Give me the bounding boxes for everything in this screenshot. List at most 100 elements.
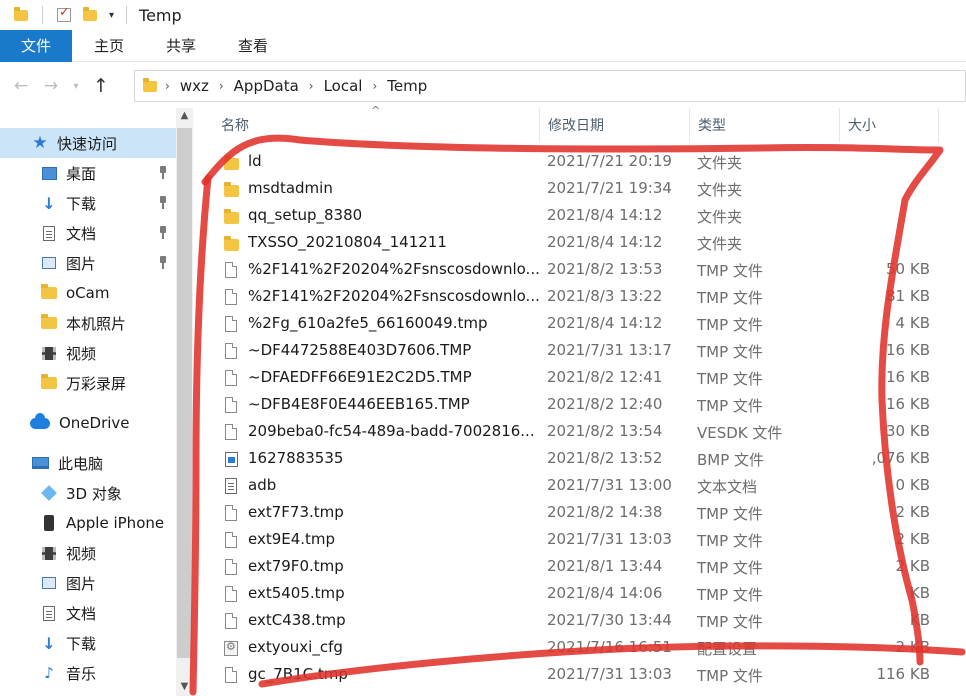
file-name: qq_setup_8380 xyxy=(248,206,363,224)
file-date: 2021/8/1 13:44 xyxy=(547,557,663,575)
folder-icon[interactable] xyxy=(8,4,34,26)
tab-view[interactable]: 查看 xyxy=(218,30,288,62)
column-header-name[interactable]: 名称 xyxy=(193,108,539,142)
table-row[interactable]: %2Fg_610a2fe5_66160049.tmp 2021/8/4 14:1… xyxy=(193,310,966,337)
pin-icon[interactable] xyxy=(158,226,168,240)
file-name: 209beba0-fc54-489a-badd-7002816... xyxy=(248,422,535,440)
table-row[interactable]: adb 2021/7/31 13:00 文本文档 0 KB xyxy=(193,472,966,499)
table-row[interactable]: ext9E4.tmp 2021/7/31 13:03 TMP 文件 2 KB xyxy=(193,526,966,553)
pin-icon[interactable] xyxy=(158,256,168,270)
table-row[interactable]: msdtadmin 2021/7/21 19:34 文件夹 xyxy=(193,175,966,202)
nav-item-label: 音乐 xyxy=(66,664,97,683)
table-row[interactable]: ld 2021/7/21 20:19 文件夹 xyxy=(193,148,966,175)
nav-item-documents[interactable]: 文档 xyxy=(0,218,176,248)
table-row[interactable]: gc_7B1C.tmp 2021/7/31 13:03 TMP 文件 116 K… xyxy=(193,661,966,688)
table-row[interactable]: ~DFB4E8F0E446EEB165.TMP 2021/8/2 12:40 T… xyxy=(193,391,966,418)
table-row[interactable]: ~DF4472588E403D7606.TMP 2021/7/31 13:17 … xyxy=(193,337,966,364)
file-size: 16 KB xyxy=(886,341,930,359)
breadcrumb-wxz[interactable]: wxz xyxy=(180,77,209,95)
table-row[interactable]: ext7F73.tmp 2021/8/2 14:38 TMP 文件 2 KB xyxy=(193,499,966,526)
file-size: KB xyxy=(909,584,930,602)
nav-item-label: Apple iPhone xyxy=(66,514,165,532)
up-arrow-icon[interactable]: ↑ xyxy=(86,75,116,97)
table-row[interactable]: ~DFAEDFF66E91E2C2D5.TMP 2021/8/2 12:41 T… xyxy=(193,364,966,391)
table-row[interactable]: %2F141%2F20204%2Fsnscosdownlo... 2021/8/… xyxy=(193,256,966,283)
forward-arrow-icon[interactable]: → xyxy=(36,76,66,96)
nav-item-this-pc[interactable]: 此电脑 xyxy=(0,448,176,478)
nav-item-pc-documents[interactable]: 文档 xyxy=(0,598,176,628)
nav-item-pc-downloads[interactable]: ↓ 下载 xyxy=(0,628,176,658)
nav-item-3d-objects[interactable]: 3D 对象 xyxy=(0,478,176,508)
file-type: 文件夹 xyxy=(697,235,743,253)
nav-item-desktop[interactable]: 桌面 xyxy=(0,158,176,188)
breadcrumb-local[interactable]: Local xyxy=(324,77,363,95)
nav-item-apple-iphone[interactable]: Apple iPhone xyxy=(0,508,176,538)
file-name: 1627883535 xyxy=(248,449,344,467)
pin-icon[interactable] xyxy=(158,196,168,210)
pin-icon[interactable] xyxy=(158,166,168,180)
table-row[interactable]: ext79F0.tmp 2021/8/1 13:44 TMP 文件 2 KB xyxy=(193,553,966,580)
column-header-type[interactable]: 类型 xyxy=(689,108,839,142)
file-date: 2021/8/2 13:54 xyxy=(547,422,663,440)
file-name: %2F141%2F20204%2Fsnscosdownlo... xyxy=(248,287,540,305)
file-icon xyxy=(223,613,239,629)
cloud-icon xyxy=(30,412,50,430)
table-row[interactable]: 1627883535 2021/8/2 13:52 BMP 文件 ,076 KB xyxy=(193,445,966,472)
scroll-up-icon[interactable]: ▲ xyxy=(176,110,193,121)
file-size: KB xyxy=(909,611,930,629)
nav-item-pc-videos[interactable]: 视频 xyxy=(0,538,176,568)
column-header-date[interactable]: 修改日期 xyxy=(539,108,689,142)
nav-item-label: 此电脑 xyxy=(58,454,104,473)
nav-item-ocam[interactable]: oCam xyxy=(0,278,176,308)
table-row[interactable]: %2F141%2F20204%2Fsnscosdownlo... 2021/8/… xyxy=(193,283,966,310)
desktop-icon xyxy=(41,166,57,180)
file-size: 2 KB xyxy=(895,530,930,548)
table-row[interactable]: TXSSO_20210804_141211 2021/8/4 14:12 文件夹 xyxy=(193,229,966,256)
table-row[interactable]: ext5405.tmp 2021/8/4 14:06 TMP 文件 KB xyxy=(193,580,966,607)
file-date: 2021/8/4 14:12 xyxy=(547,206,663,224)
tab-share[interactable]: 共享 xyxy=(146,30,216,62)
properties-icon[interactable] xyxy=(51,4,77,26)
nav-item-onedrive[interactable]: OneDrive xyxy=(0,408,176,438)
nav-item-quick-access[interactable]: ★ 快速访问 xyxy=(0,128,176,158)
nav-item-pictures[interactable]: 图片 xyxy=(0,248,176,278)
config-icon xyxy=(223,640,239,656)
file-size: 16 KB xyxy=(886,368,930,386)
music-icon: ♪ xyxy=(44,664,54,682)
nav-item-screen-recorder[interactable]: 万彩录屏 xyxy=(0,368,176,398)
chevron-right-icon[interactable]: › xyxy=(309,79,314,93)
nav-scrollbar[interactable]: ▲ ▼ xyxy=(176,108,193,696)
column-header-size[interactable]: 大小 xyxy=(839,108,939,142)
table-row[interactable]: extyouxi_cfg 2021/7/16 16:51 配置设置 2 KB xyxy=(193,634,966,661)
title-bar: ▾ Temp xyxy=(0,0,966,30)
table-row[interactable]: 209beba0-fc54-489a-badd-7002816... 2021/… xyxy=(193,418,966,445)
nav-item-pc-pictures[interactable]: 图片 xyxy=(0,568,176,598)
table-row[interactable]: qq_setup_8380 2021/8/4 14:12 文件夹 xyxy=(193,202,966,229)
nav-item-label: 图片 xyxy=(66,254,97,273)
nav-item-label: 本机照片 xyxy=(66,314,127,333)
chevron-right-icon[interactable]: › xyxy=(219,79,224,93)
recent-locations-icon[interactable]: ▾ xyxy=(66,81,86,92)
customize-toolbar-icon[interactable]: ▾ xyxy=(109,10,114,21)
back-arrow-icon[interactable]: ← xyxy=(6,76,36,96)
file-date: 2021/8/2 12:40 xyxy=(547,395,663,413)
chevron-right-icon[interactable]: › xyxy=(372,79,377,93)
file-date: 2021/7/21 20:19 xyxy=(547,152,672,170)
tab-home[interactable]: 主页 xyxy=(74,30,144,62)
navigation-pane: ★ 快速访问 桌面 ↓ 下载 文档 图片 oCam 本机照片 视频 万彩录屏 O… xyxy=(0,108,176,696)
nav-item-music[interactable]: ♪ 音乐 xyxy=(0,658,176,688)
tab-file[interactable]: 文件 xyxy=(0,29,73,62)
nav-item-downloads[interactable]: ↓ 下载 xyxy=(0,188,176,218)
file-size: 81 KB xyxy=(886,287,930,305)
address-bar[interactable]: › wxz › AppData › Local › Temp xyxy=(134,70,966,102)
breadcrumb-appdata[interactable]: AppData xyxy=(234,77,299,95)
nav-item-videos[interactable]: 视频 xyxy=(0,338,176,368)
breadcrumb-temp[interactable]: Temp xyxy=(387,77,427,95)
chevron-right-icon[interactable]: › xyxy=(165,79,170,93)
new-folder-icon[interactable] xyxy=(77,4,103,26)
scrollbar-thumb[interactable] xyxy=(177,128,192,658)
nav-item-local-photos[interactable]: 本机照片 xyxy=(0,308,176,338)
table-row[interactable]: extC438.tmp 2021/7/30 13:44 TMP 文件 KB xyxy=(193,607,966,634)
file-date: 2021/8/2 13:52 xyxy=(547,449,663,467)
scroll-down-icon[interactable]: ▼ xyxy=(176,681,193,692)
